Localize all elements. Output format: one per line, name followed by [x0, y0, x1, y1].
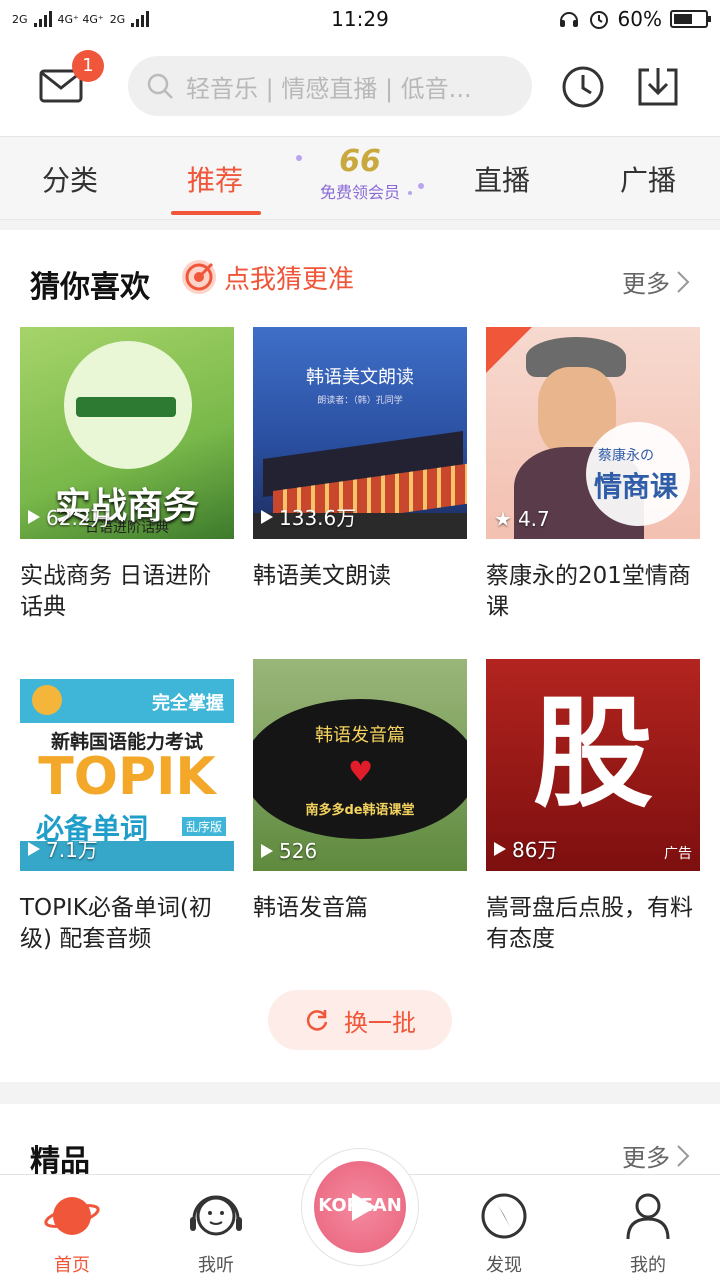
rating: ★ 4.7	[494, 507, 550, 531]
album-cover: 股 86万 广告	[486, 659, 700, 871]
cover-text: 股	[533, 685, 653, 824]
album-cover: 韩语发音篇 ♥ 南多多de韩语课堂 526	[253, 659, 467, 871]
guess-hint-link[interactable]: 点我猜更准	[180, 258, 354, 296]
album-card[interactable]: 完全掌握 新韩国语能力考试 TOPIK 必备单词 乱序版 7.1万 TOPIK必…	[20, 659, 234, 955]
refresh-label: 换一批	[344, 1008, 416, 1037]
album-card[interactable]: 实战商务 日语进阶话典 62.2万 实战商务 日语进阶话典	[20, 327, 234, 623]
album-cover: 蔡康永の 情商课 ★ 4.7	[486, 327, 700, 539]
user-icon	[626, 1193, 670, 1240]
album-title: 实战商务 日语进阶话典	[20, 563, 212, 620]
play-icon	[261, 844, 273, 858]
search-placeholder: 轻音乐 | 情感直播 | 低音...	[186, 74, 472, 103]
search-bar[interactable]: 轻音乐 | 情感直播 | 低音...	[128, 56, 532, 116]
planet-icon	[44, 1197, 100, 1235]
cover-text: 蔡康永の	[598, 448, 654, 464]
play-count: 133.6万	[261, 502, 356, 531]
album-title: 蔡康永的201堂情商课	[486, 563, 691, 620]
vip-number: 66	[339, 144, 381, 179]
play-count: 7.1万	[28, 834, 98, 863]
compass-icon	[481, 1193, 527, 1239]
more-label: 更多	[622, 270, 670, 298]
battery-icon	[670, 10, 711, 28]
cover-subtext: TOPIK	[38, 747, 216, 807]
network-label-3: 2G	[109, 12, 126, 26]
album-cover: 实战商务 日语进阶话典 62.2万	[20, 327, 234, 539]
cover-subtext: 情商课	[594, 470, 679, 503]
star-icon: ★	[494, 507, 512, 531]
nav-listen[interactable]: 我听	[161, 1175, 271, 1280]
tab-category[interactable]: 分类	[42, 159, 98, 199]
cover-subtext: 朗读者：（韩）孔同学	[317, 396, 403, 406]
album-cover: 韩语美文朗读 朗读者：（韩）孔同学 133.6万	[253, 327, 467, 539]
headset-icon	[559, 12, 578, 27]
signal-icon	[33, 11, 52, 27]
headphones-icon	[190, 1195, 242, 1236]
play-icon	[28, 509, 40, 524]
cover-subtext: 南多多de韩语课堂	[305, 803, 415, 818]
nav-discover-label: 发现	[486, 1255, 522, 1276]
nav-listen-label: 我听	[198, 1255, 234, 1276]
play-count: 86万	[494, 834, 557, 863]
cover-tag: 乱序版	[181, 817, 226, 836]
top-bar: 1 轻音乐 | 情感直播 | 低音...	[0, 38, 720, 136]
album-title: 韩语美文朗读	[253, 563, 391, 589]
network-label-2: 4G⁺ 4G⁺	[57, 12, 104, 26]
album-title: TOPIK必备单词(初级) 配套音频	[20, 895, 212, 952]
heart-icon: ♥	[348, 755, 374, 788]
nav-discover[interactable]: 发现	[449, 1175, 559, 1280]
tab-radio[interactable]: 广播	[620, 159, 676, 199]
guess-section: 猜你喜欢 点我猜更准 更多 实战商务 日语进阶话典 62.2万 实战商务 日语进…	[0, 230, 720, 1082]
ad-label: 广告	[664, 846, 692, 862]
search-icon	[147, 73, 173, 99]
download-icon[interactable]	[636, 64, 680, 108]
signal-icon-2	[131, 11, 150, 27]
nav-mine[interactable]: 我的	[593, 1175, 703, 1280]
tab-live[interactable]: 直播	[474, 159, 530, 199]
target-icon	[182, 260, 216, 294]
album-card[interactable]: 韩语美文朗读 朗读者：（韩）孔同学 133.6万 韩语美文朗读	[253, 327, 467, 592]
more-link[interactable]: 更多	[622, 264, 690, 299]
play-icon	[494, 841, 506, 856]
refresh-icon	[306, 1010, 328, 1031]
cover-top-text: 完全掌握	[152, 693, 224, 714]
nav-home[interactable]: 首页	[17, 1175, 127, 1280]
more-link[interactable]: 更多	[622, 1138, 690, 1173]
now-playing-button[interactable]: KOREAN	[301, 1148, 419, 1266]
more-label: 更多	[622, 1144, 670, 1172]
album-cover: 完全掌握 新韩国语能力考试 TOPIK 必备单词 乱序版 7.1万	[20, 659, 234, 871]
play-count: 526	[261, 839, 317, 863]
category-tabs: 分类 推荐 66 免费领会员 直播 广播	[0, 136, 720, 220]
status-bar: 2G 4G⁺ 4G⁺ 2G 11:29 60%	[0, 0, 720, 38]
history-icon[interactable]	[560, 64, 606, 110]
play-icon	[261, 509, 273, 524]
play-icon	[28, 841, 40, 856]
status-right: 60%	[558, 7, 711, 31]
chevron-right-icon	[677, 1144, 690, 1167]
cover-text: 韩语发音篇	[315, 725, 405, 746]
chevron-right-icon	[677, 270, 690, 293]
battery-percent: 60%	[617, 7, 662, 31]
mail-badge: 1	[72, 50, 104, 82]
vip-free-membership[interactable]: 66 免费领会员	[290, 145, 430, 215]
refresh-button[interactable]: 换一批	[268, 990, 452, 1050]
nav-mine-label: 我的	[630, 1255, 666, 1276]
section-title: 猜你喜欢	[30, 270, 150, 305]
nav-home-label: 首页	[54, 1255, 90, 1276]
guess-hint-text: 点我猜更准	[224, 264, 355, 295]
network-indicators: 2G 4G⁺ 4G⁺ 2G	[12, 11, 150, 27]
album-title: 韩语发音篇	[253, 895, 368, 921]
album-title: 嵩哥盘后点股，有料有态度	[486, 895, 693, 952]
album-card[interactable]: 韩语发音篇 ♥ 南多多de韩语课堂 526 韩语发音篇	[253, 659, 467, 924]
tab-recommend[interactable]: 推荐	[187, 159, 243, 199]
alarm-icon	[589, 11, 608, 29]
album-card[interactable]: 股 86万 广告 嵩哥盘后点股，有料有态度	[486, 659, 700, 955]
network-label-1: 2G	[12, 12, 28, 26]
cover-text: 韩语美文朗读	[306, 367, 414, 388]
play-icon	[352, 1193, 376, 1221]
tab-active-indicator	[171, 211, 261, 215]
play-count: 62.2万	[28, 502, 111, 531]
album-card[interactable]: 蔡康永の 情商课 ★ 4.7 蔡康永的201堂情商课	[486, 327, 700, 623]
